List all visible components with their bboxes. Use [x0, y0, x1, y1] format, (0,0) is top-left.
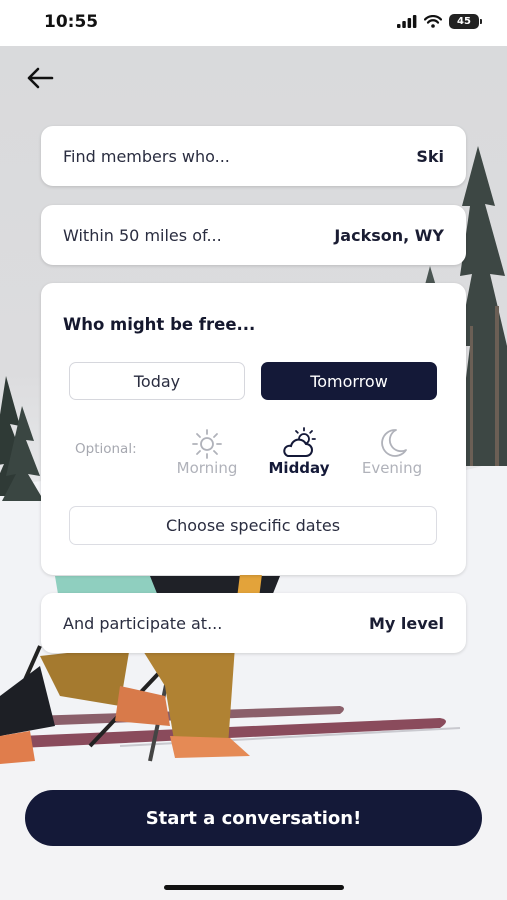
level-filter-label: And participate at...: [63, 613, 223, 633]
morning-option-label: Morning: [176, 459, 238, 477]
battery-level: 45: [457, 16, 471, 27]
status-time: 10:55: [44, 12, 99, 32]
partly-cloudy-icon: [283, 427, 316, 457]
location-filter-label: Within 50 miles of...: [63, 225, 222, 245]
tomorrow-button-label: Tomorrow: [310, 371, 388, 391]
status-bar: 10:55 45: [0, 0, 507, 46]
midday-option-label: Midday: [268, 459, 330, 477]
level-filter-card[interactable]: And participate at... My level: [41, 593, 466, 653]
choose-specific-dates-label: Choose specific dates: [165, 516, 341, 535]
evening-option-label: Evening: [361, 459, 423, 477]
location-filter-card[interactable]: Within 50 miles of... Jackson, WY: [41, 205, 466, 265]
moon-icon: [381, 429, 407, 457]
activity-filter-value: Ski: [416, 146, 444, 166]
location-filter-value: Jackson, WY: [334, 225, 444, 245]
evening-option[interactable]: Evening: [347, 427, 437, 477]
sun-icon: [192, 429, 222, 459]
today-button[interactable]: Today: [69, 362, 245, 400]
availability-title: Who might be free...: [63, 315, 256, 334]
start-conversation-label: Start a conversation!: [145, 807, 362, 829]
morning-option[interactable]: Morning: [162, 427, 252, 477]
level-filter-value: My level: [368, 613, 444, 633]
status-icons: 45: [397, 14, 482, 29]
cellular-signal-icon: [397, 15, 417, 28]
wifi-icon: [424, 15, 442, 28]
arrow-left-icon: [27, 67, 54, 89]
tomorrow-button[interactable]: Tomorrow: [261, 362, 437, 400]
activity-filter-card[interactable]: Find members who... Ski: [41, 126, 466, 186]
battery-icon: 45: [449, 14, 482, 29]
activity-filter-label: Find members who...: [63, 146, 230, 166]
today-button-label: Today: [133, 371, 181, 391]
optional-label: Optional:: [75, 441, 137, 457]
midday-option[interactable]: Midday: [254, 427, 344, 477]
choose-specific-dates-button[interactable]: Choose specific dates: [69, 506, 437, 545]
home-indicator[interactable]: [164, 885, 344, 890]
start-conversation-button[interactable]: Start a conversation!: [25, 790, 482, 846]
back-button[interactable]: [22, 62, 58, 94]
